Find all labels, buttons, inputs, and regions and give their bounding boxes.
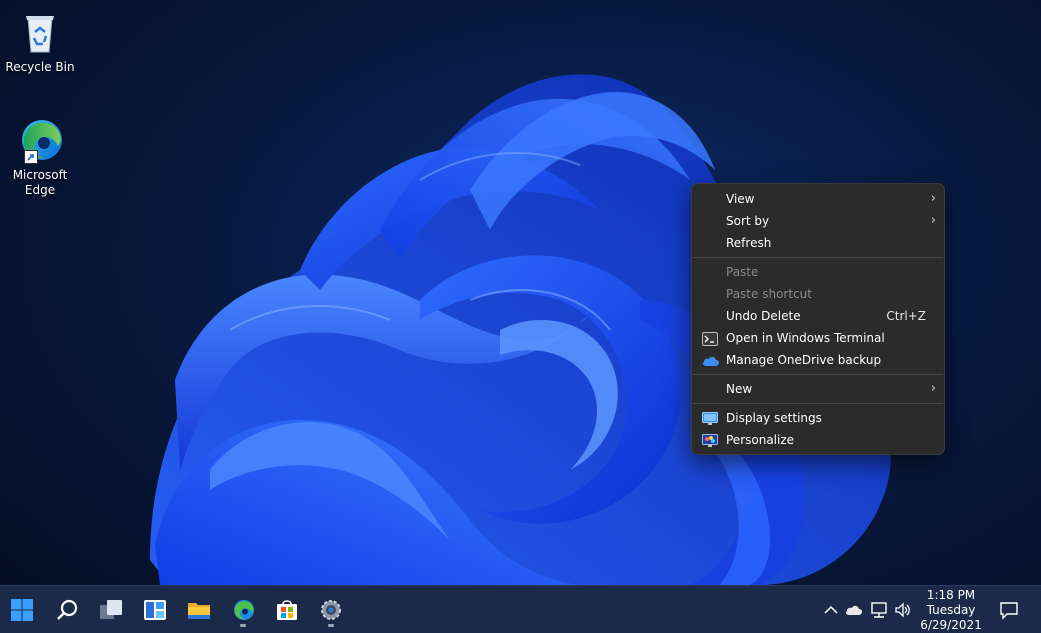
taskbar-edge-button[interactable] [224,591,262,629]
tray-onedrive-button[interactable] [845,601,863,619]
menu-item-label: Refresh [726,236,772,250]
chevron-right-icon: › [930,213,936,228]
notification-center-button[interactable] [999,600,1019,620]
menu-item-label: Sort by [726,214,770,228]
taskbar-clock[interactable]: 1:18 PM Tuesday 6/29/2021 [915,588,987,633]
start-button[interactable] [3,591,41,629]
running-indicator [328,624,334,627]
file-explorer-icon [188,603,210,619]
settings-icon [321,600,341,620]
widgets-icon [144,600,166,620]
store-button[interactable] [268,591,306,629]
desktop-icon-microsoft-edge[interactable]: Microsoft Edge [4,116,76,198]
menu-separator [693,403,943,404]
desktop-context-menu: View › Sort by › Refresh Paste Paste sho… [691,183,945,455]
desktop-icon-label: Microsoft Edge [12,168,68,197]
menu-item-label: Manage OneDrive backup [726,353,882,367]
menu-item-view[interactable]: View › [692,188,944,210]
store-icon [277,600,297,620]
widgets-button[interactable] [136,591,174,629]
taskbar: 1:18 PM Tuesday 6/29/2021 [0,585,1041,633]
running-indicator [240,624,246,627]
display-icon [702,411,718,425]
menu-item-shortcut: Ctrl+Z [886,309,926,323]
menu-item-label: Personalize [726,433,795,447]
edge-icon [16,116,64,164]
clock-time: 1:18 PM [926,588,976,602]
clock-day: Tuesday [926,603,976,617]
onedrive-icon [702,353,720,367]
menu-item-new[interactable]: New › [692,378,944,400]
clock-date: 6/29/2021 [920,618,982,632]
menu-separator [693,374,943,375]
start-icon [11,599,33,621]
notification-icon [1000,602,1018,620]
task-view-button[interactable] [92,591,130,629]
menu-item-label: Paste shortcut [726,287,812,301]
settings-button[interactable] [312,591,350,629]
tray-volume-button[interactable] [894,601,912,619]
menu-item-personalize[interactable]: Personalize [692,429,944,451]
desktop-icon-label: Recycle Bin [5,60,75,74]
chevron-right-icon: › [930,381,936,396]
edge-icon [234,600,254,620]
menu-item-label: View [726,192,755,206]
shortcut-arrow-icon [24,150,38,164]
tray-network-button[interactable] [870,601,888,619]
menu-item-paste: Paste [692,261,944,283]
task-view-icon [100,600,122,619]
search-button[interactable] [48,591,86,629]
show-hidden-icons-button[interactable] [822,601,840,619]
menu-item-undo-delete[interactable]: Undo Delete Ctrl+Z [692,305,944,327]
menu-item-label: Paste [726,265,759,279]
onedrive-icon [845,605,863,615]
desktop-icon-recycle-bin[interactable]: Recycle Bin [4,8,76,75]
menu-item-label: New [726,382,753,396]
desktop[interactable]: Recycle Bin Microsoft Edge View › Sort b… [0,0,1041,633]
menu-item-paste-shortcut: Paste shortcut [692,283,944,305]
menu-item-label: Display settings [726,411,822,425]
volume-icon [895,602,910,618]
menu-item-sort-by[interactable]: Sort by › [692,210,944,232]
chevron-right-icon: › [930,191,936,206]
file-explorer-button[interactable] [180,591,218,629]
menu-item-label: Undo Delete [726,309,801,323]
menu-item-manage-onedrive-backup[interactable]: Manage OneDrive backup [692,349,944,371]
menu-item-label: Open in Windows Terminal [726,331,885,345]
search-icon [57,599,78,620]
menu-item-open-in-windows-terminal[interactable]: Open in Windows Terminal [692,327,944,349]
menu-item-refresh[interactable]: Refresh [692,232,944,254]
menu-item-display-settings[interactable]: Display settings [692,407,944,429]
terminal-icon [702,331,718,346]
network-icon [871,602,887,618]
personalize-icon [702,433,718,447]
recycle-bin-icon [16,8,64,56]
chevron-up-icon [824,605,838,614]
menu-separator [693,257,943,258]
